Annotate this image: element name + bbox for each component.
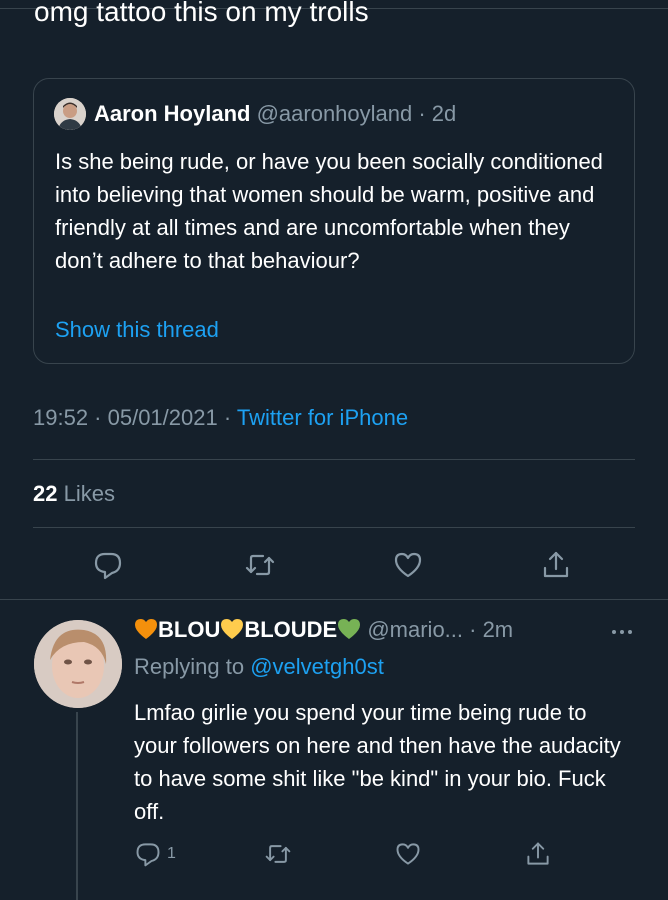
divider xyxy=(33,527,635,528)
orange-heart-icon xyxy=(134,618,158,640)
share-icon[interactable] xyxy=(524,840,552,868)
quote-body: Is she being rude, or have you been soci… xyxy=(55,149,603,273)
likes-count: 22 xyxy=(33,481,58,506)
tweet-source-link[interactable]: Twitter for iPhone xyxy=(237,405,408,430)
reply-author-name-part1[interactable]: BLOU xyxy=(158,617,220,642)
reply-avatar[interactable] xyxy=(34,620,122,708)
yellow-heart-icon xyxy=(220,618,244,640)
reply-icon[interactable] xyxy=(92,549,124,581)
quote-author-handle: @aaronhoyland · 2d xyxy=(250,101,457,126)
reply-author-handle: @mario... · 2m xyxy=(361,617,514,642)
reply-count: 1 xyxy=(167,845,176,862)
reply-author-name-part2[interactable]: BLOUDE xyxy=(244,617,337,642)
likes-label: Likes xyxy=(57,481,115,506)
tweet-timestamp: 19:52 · 05/01/2021 · xyxy=(33,405,237,430)
retweet-icon[interactable] xyxy=(264,840,292,868)
like-icon[interactable] xyxy=(392,549,424,581)
quote-header: Aaron Hoyland @aaronhoyland · 2d xyxy=(94,101,456,127)
tweet-meta: 19:52 · 05/01/2021 · Twitter for iPhone xyxy=(33,405,408,431)
quote-avatar[interactable] xyxy=(54,98,86,130)
reply-icon[interactable] xyxy=(134,840,162,868)
likes-summary[interactable]: 22 Likes xyxy=(33,481,115,507)
tweet-text: omg tattoo this on my trolls xyxy=(34,0,369,27)
divider xyxy=(0,599,668,600)
retweet-icon[interactable] xyxy=(244,549,276,581)
green-heart-icon xyxy=(337,618,361,640)
like-icon[interactable] xyxy=(394,840,422,868)
more-icon[interactable] xyxy=(610,622,634,642)
quote-author-name[interactable]: Aaron Hoyland xyxy=(94,101,250,126)
reply-header: BLOU BLOUDE @mario... · 2m xyxy=(134,617,513,643)
reply-body: Lmfao girlie you spend your time being r… xyxy=(134,700,621,824)
replying-to-handle[interactable]: @velvetgh0st xyxy=(250,654,384,679)
replying-to: Replying to @velvetgh0st xyxy=(134,654,384,680)
thread-line xyxy=(76,712,78,900)
divider xyxy=(33,459,635,460)
show-thread-link[interactable]: Show this thread xyxy=(55,317,219,343)
replying-to-label: Replying to xyxy=(134,654,251,679)
share-icon[interactable] xyxy=(540,549,572,581)
